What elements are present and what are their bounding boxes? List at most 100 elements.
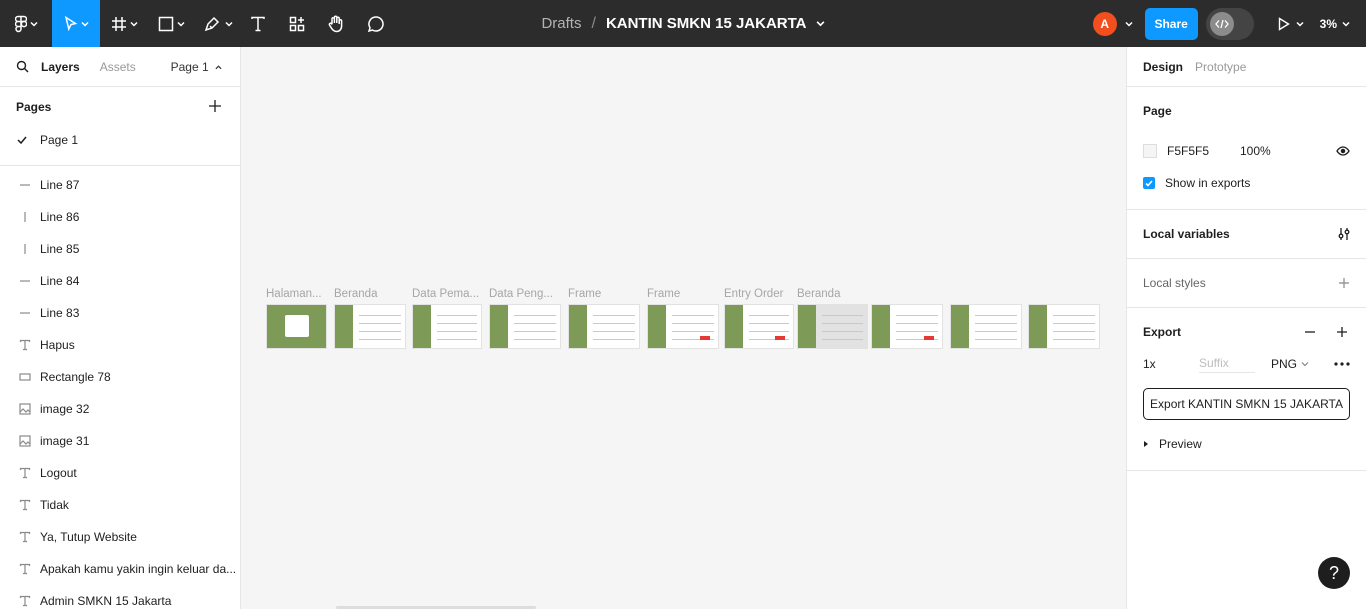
- chevron-down-icon[interactable]: [816, 19, 825, 28]
- more-options-icon[interactable]: [1334, 362, 1350, 366]
- layer-item[interactable]: image 32: [0, 393, 240, 425]
- text-tool-button[interactable]: [242, 0, 274, 47]
- frame-content-line: [1053, 339, 1095, 340]
- eye-icon[interactable]: [1336, 146, 1350, 156]
- frame-label[interactable]: Beranda: [797, 288, 868, 300]
- chevron-down-icon: [1342, 21, 1350, 27]
- layer-item[interactable]: Apakah kamu yakin ingin keluar da...: [0, 553, 240, 585]
- layer-item[interactable]: Hapus: [0, 329, 240, 361]
- frame-sidebar: [951, 305, 969, 348]
- search-icon[interactable]: [16, 60, 29, 73]
- help-button[interactable]: ?: [1318, 557, 1350, 589]
- local-variables-heading[interactable]: Local variables: [1127, 210, 1366, 258]
- layer-item[interactable]: Line 84: [0, 265, 240, 297]
- frame-icon: [111, 16, 126, 31]
- frame-sidebar: [335, 305, 353, 348]
- layer-label: Tidak: [40, 498, 69, 512]
- frame-label[interactable]: Frame: [568, 288, 640, 300]
- frame-content-line: [822, 331, 863, 332]
- frame-label[interactable]: Frame: [647, 288, 719, 300]
- add-export-icon[interactable]: [1336, 326, 1348, 338]
- frame-content-line: [749, 315, 789, 316]
- text-icon: [18, 594, 32, 608]
- figma-logo-icon: [14, 15, 27, 32]
- frame-thumbnail[interactable]: [489, 304, 561, 349]
- layer-item[interactable]: Admin SMKN 15 Jakarta: [0, 585, 240, 609]
- export-scale[interactable]: 1x: [1143, 357, 1199, 371]
- move-tool-button[interactable]: [52, 0, 100, 47]
- shape-tool-button[interactable]: [148, 0, 194, 47]
- page-item[interactable]: Page 1: [0, 127, 240, 153]
- layers-panel: Layers Assets Page 1 Pages Page 1 Line 8…: [0, 47, 241, 609]
- share-button[interactable]: Share: [1144, 7, 1198, 40]
- comment-tool-button[interactable]: [352, 0, 400, 47]
- layer-item[interactable]: Tidak: [0, 489, 240, 521]
- layer-item[interactable]: Line 87: [0, 169, 240, 201]
- tab-design[interactable]: Design: [1143, 60, 1183, 74]
- present-button[interactable]: [1278, 16, 1304, 31]
- frame-label[interactable]: Entry Order: [724, 288, 794, 300]
- layer-item[interactable]: Ya, Tutup Website: [0, 521, 240, 553]
- frame-thumbnail[interactable]: [568, 304, 640, 349]
- avatar-menu[interactable]: A: [1092, 11, 1133, 36]
- frame-thumbnail[interactable]: [871, 304, 943, 349]
- dev-mode-toggle[interactable]: [1205, 7, 1254, 40]
- frame-tool-button[interactable]: [100, 0, 148, 47]
- main-menu-button[interactable]: [0, 0, 52, 47]
- page-opacity-value[interactable]: 100%: [1240, 144, 1271, 158]
- frame-thumbnail[interactable]: [950, 304, 1022, 349]
- breadcrumb-drafts[interactable]: Drafts: [541, 15, 581, 32]
- frame-thumbnail[interactable]: [797, 304, 868, 349]
- add-style-icon[interactable]: [1338, 277, 1350, 289]
- frame-label[interactable]: Halaman...: [266, 288, 327, 300]
- hand-tool-button[interactable]: [320, 0, 352, 47]
- text-icon: [18, 466, 32, 480]
- frame-content-line: [1053, 323, 1095, 324]
- hand-icon: [328, 15, 343, 32]
- frame-label[interactable]: Beranda: [334, 288, 406, 300]
- layer-item[interactable]: Line 86: [0, 201, 240, 233]
- pen-tool-button[interactable]: [194, 0, 242, 47]
- frame-thumbnail[interactable]: [647, 304, 719, 349]
- frame-content-line: [672, 323, 714, 324]
- resources-tool-button[interactable]: [274, 0, 320, 47]
- frame-label[interactable]: Data Pema...: [412, 288, 482, 300]
- frame-content-line: [514, 315, 556, 316]
- frame-thumbnail[interactable]: [334, 304, 406, 349]
- pages-header: Pages: [0, 87, 240, 127]
- suffix-input[interactable]: Suffix: [1199, 356, 1255, 373]
- tab-prototype[interactable]: Prototype: [1195, 60, 1246, 74]
- frame-content-line: [896, 331, 938, 332]
- layer-item[interactable]: image 31: [0, 425, 240, 457]
- show-in-exports-checkbox[interactable]: [1143, 177, 1155, 189]
- layer-item[interactable]: Line 85: [0, 233, 240, 265]
- canvas[interactable]: Halaman... Beranda Data Pema... Data Peng..…: [241, 47, 1126, 609]
- avatar[interactable]: A: [1092, 11, 1117, 36]
- export-format-select[interactable]: PNG: [1271, 357, 1309, 371]
- tab-assets[interactable]: Assets: [100, 60, 136, 74]
- preview-toggle[interactable]: Preview: [1127, 428, 1366, 460]
- frame-thumbnail[interactable]: [724, 304, 794, 349]
- page-switcher[interactable]: Page 1: [171, 60, 222, 74]
- layer-item[interactable]: Line 83: [0, 297, 240, 329]
- file-name[interactable]: KANTIN SMKN 15 JAKARTA: [606, 15, 807, 32]
- image-icon: [18, 402, 32, 416]
- tab-layers[interactable]: Layers: [41, 60, 80, 74]
- zoom-menu[interactable]: 3%: [1320, 17, 1350, 31]
- frame-content-line: [593, 339, 635, 340]
- frame-thumbnail[interactable]: [266, 304, 327, 349]
- layer-item[interactable]: Logout: [0, 457, 240, 489]
- layer-item[interactable]: Rectangle 78: [0, 361, 240, 393]
- frame-thumbnail[interactable]: [1028, 304, 1100, 349]
- caret-right-icon: [1144, 441, 1148, 447]
- export-settings-row: 1x Suffix PNG: [1127, 348, 1366, 380]
- remove-export-icon[interactable]: [1304, 326, 1316, 338]
- frame-label[interactable]: Data Peng...: [489, 288, 561, 300]
- frame-sidebar: [413, 305, 431, 348]
- frame-thumbnail[interactable]: [412, 304, 482, 349]
- add-page-icon[interactable]: [208, 99, 222, 113]
- page-color-value[interactable]: F5F5F5: [1167, 144, 1240, 158]
- variables-settings-icon[interactable]: [1338, 227, 1350, 241]
- export-button[interactable]: Export KANTIN SMKN 15 JAKARTA: [1143, 388, 1350, 420]
- page-color-swatch[interactable]: [1143, 144, 1157, 158]
